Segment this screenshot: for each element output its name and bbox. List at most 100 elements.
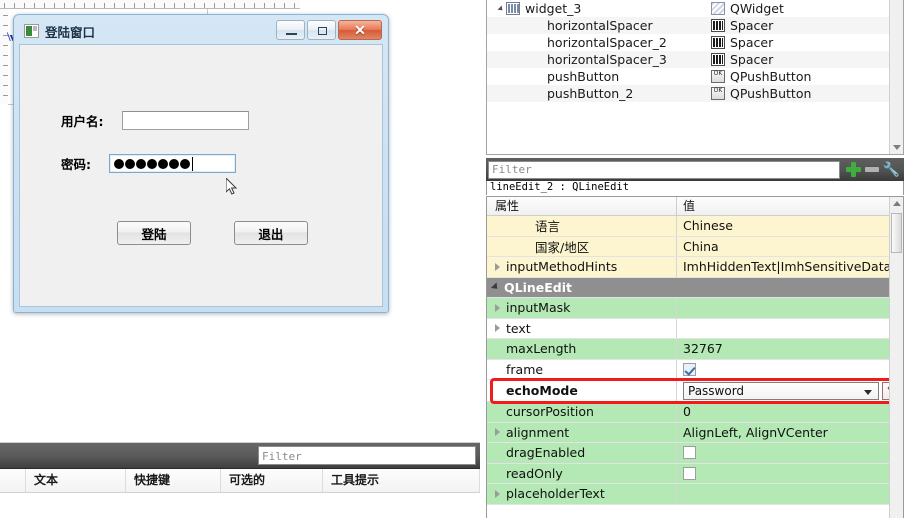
action-col-tooltip[interactable]: 工具提示 [323,469,480,492]
property-value-cell[interactable] [677,464,903,484]
tree-item-class: Spacer [730,35,774,50]
property-value-cell[interactable]: Chinese [677,216,903,236]
checkbox-unchecked-icon[interactable] [683,446,696,460]
property-row[interactable]: alignment AlignLeft, AlignVCenter [487,422,903,443]
property-value-cell[interactable] [677,360,903,380]
scroll-up-arrow-icon[interactable] [893,201,901,206]
action-col-shortcut[interactable]: 快捷键 [126,469,221,492]
expand-property-icon[interactable] [495,428,500,437]
property-value-cell[interactable]: Password↰ [677,380,903,401]
close-button[interactable]: ✕ [338,20,382,40]
tree-row[interactable]: widget_3 QWidget [487,0,903,17]
property-name-cell: text [487,318,677,338]
property-rows[interactable]: 语言 Chinese 国家/地区 China inputMethodHints ImhHi… [487,216,903,505]
password-dot [158,158,168,169]
action-col-text[interactable]: 文本 [26,469,126,492]
object-tree-filter-bar[interactable]: Filter 🔧 [486,158,904,181]
echomode-combobox[interactable]: Password [683,381,879,400]
property-value-cell[interactable]: ImhHiddenText|ImhSensitiveData|I... [677,257,903,277]
echomode-editor[interactable]: Password↰ [683,381,903,400]
dialog-titlebar[interactable]: 登陆窗口 ✕ [18,19,384,43]
plus-icon[interactable] [845,162,861,177]
username-input[interactable] [121,111,249,130]
property-name-cell: 国家/地区 [487,236,677,256]
tree-row[interactable]: horizontalSpacer_2 Spacer [487,34,903,51]
object-tree-filter-input[interactable]: Filter [488,160,840,179]
minimize-button[interactable] [276,20,305,40]
property-row[interactable]: maxLength 32767 [487,339,903,360]
group-collapse-icon[interactable] [490,282,501,292]
password-input[interactable] [109,154,236,173]
property-value-cell[interactable] [677,443,903,463]
tree-item-label: widget_3 [525,1,582,16]
property-row[interactable]: inputMask [487,298,903,319]
property-value-cell[interactable] [677,278,903,298]
tree-row-name-cell: horizontalSpacer_3 [487,52,711,67]
property-row[interactable]: readOnly [487,463,903,484]
property-value-cell[interactable] [677,484,903,504]
echomode-selected-value: Password [688,383,745,398]
property-row[interactable]: dragEnabled [487,443,903,464]
property-name-cell: readOnly [487,463,677,483]
window-controls[interactable]: ✕ [274,20,382,40]
quit-button[interactable]: 退出 [233,221,308,245]
tree-row[interactable]: horizontalSpacer Spacer [487,17,903,34]
dialog-body: 用户名: 密码: 登陆 退出 [19,44,383,307]
property-row[interactable]: echoMode Password↰ [487,378,903,404]
property-row[interactable]: text [487,318,903,339]
object-inspector-tree[interactable]: widget_3 QWidget horizontalSpacer Spacer hor… [486,0,904,155]
property-row[interactable]: placeholderText [487,484,903,505]
action-editor-toolbar[interactable]: Filter [0,443,480,469]
property-value-cell[interactable]: 32767 [677,339,903,359]
property-value-cell[interactable]: 0 [677,402,903,422]
scroll-down-arrow-icon[interactable] [893,145,901,150]
property-row[interactable]: 语言 Chinese [487,216,903,237]
property-value-cell[interactable]: AlignLeft, AlignVCenter [677,423,903,443]
expand-property-icon[interactable] [495,262,500,271]
expand-property-icon[interactable] [495,303,500,312]
close-icon: ✕ [354,22,366,38]
property-value-cell[interactable]: China [677,237,903,257]
action-col-checkable[interactable]: 可选的 [221,469,323,492]
property-value-label: 0 [683,404,691,420]
property-editor-panel[interactable]: 属性 值 语言 Chinese 国家/地区 China inputMethodHints… [486,196,904,518]
tree-row[interactable]: pushButton QPushButton [487,68,903,85]
property-row[interactable]: 国家/地区 China [487,236,903,257]
wrench-icon[interactable]: 🔧 [883,162,900,177]
login-dialog-window[interactable]: 登陆窗口 ✕ 用户名: 密码: 登陆 退出 [13,14,389,313]
action-filter-input[interactable]: Filter [258,446,476,465]
scrollbar-thumb[interactable] [891,213,902,253]
value-column-header[interactable]: 值 [677,197,903,215]
object-tree-tools[interactable]: 🔧 [844,162,902,177]
property-row[interactable]: QLineEdit [487,277,903,298]
checkbox-checked-icon[interactable] [683,362,696,376]
maximize-icon [318,27,327,35]
property-name-cell: alignment [487,422,677,442]
login-button[interactable]: 登陆 [117,221,191,245]
minus-icon[interactable] [864,167,879,172]
action-editor-panel[interactable]: Filter 文本 快捷键 可选的 工具提示 [0,442,480,518]
checkbox-unchecked-icon[interactable] [683,466,696,480]
property-editor-scrollbar[interactable] [889,197,903,518]
tree-row[interactable]: pushButton_2 QPushButton [487,85,903,102]
chevron-down-icon[interactable] [864,389,872,395]
object-tree-scrollbar[interactable] [889,0,903,154]
expand-collapse-icon[interactable] [497,4,505,13]
property-value-cell[interactable] [677,319,903,339]
property-row[interactable]: frame [487,359,903,380]
property-value-cell[interactable] [677,298,903,318]
container-icon [711,2,725,15]
property-name-cell: 语言 [487,216,677,236]
tree-row-name-cell: pushButton [487,69,711,84]
expand-property-icon[interactable] [495,489,500,498]
action-editor-list[interactable] [0,493,480,517]
expand-property-icon[interactable] [495,324,500,333]
property-row[interactable]: cursorPosition 0 [487,402,903,423]
object-tree-rows[interactable]: widget_3 QWidget horizontalSpacer Spacer hor… [487,0,903,102]
tree-row[interactable]: horizontalSpacer_3 Spacer [487,51,903,68]
property-name-label: maxLength [506,341,577,357]
property-row[interactable]: inputMethodHints ImhHiddenText|ImhSensiti… [487,257,903,278]
maximize-button[interactable] [307,20,336,40]
form-designer-canvas[interactable]: \v\ 登陆窗口 ✕ 用户名: [0,0,480,440]
property-column-header[interactable]: 属性 [487,197,677,215]
